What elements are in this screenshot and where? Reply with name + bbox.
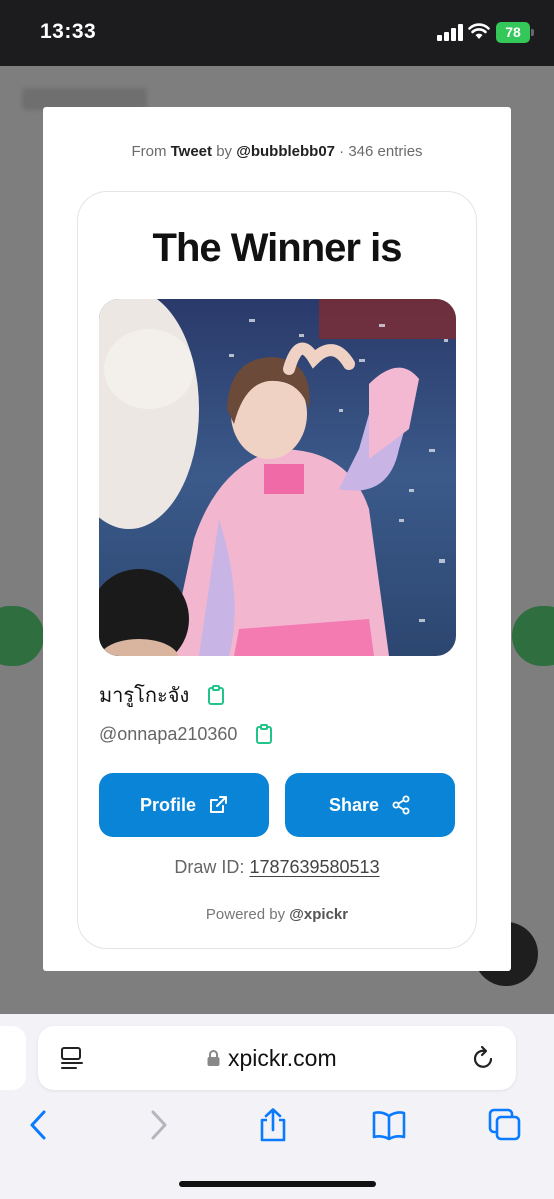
winner-handle-row: @onnapa210360 xyxy=(99,719,273,749)
winner-title: The Winner is xyxy=(152,226,403,270)
share-icon xyxy=(392,795,410,815)
cellular-signal-icon xyxy=(437,24,463,41)
meta-from: From xyxy=(131,143,167,160)
meta-author[interactable]: @bubblebb07 xyxy=(236,143,335,160)
winner-photo xyxy=(99,299,456,656)
copy-handle-icon[interactable] xyxy=(255,724,273,744)
powered-brand[interactable]: @xpickr xyxy=(289,906,348,923)
winner-name: มารูโกะจัง xyxy=(99,683,190,707)
address-bar[interactable]: xpickr.com xyxy=(38,1026,516,1090)
share-sheet-icon[interactable] xyxy=(256,1108,290,1142)
home-indicator xyxy=(179,1181,376,1187)
winner-modal: From Tweet by @bubblebb07 · 346 entries … xyxy=(43,107,511,971)
meta-entries: · 346 entries xyxy=(339,143,423,160)
back-icon[interactable] xyxy=(22,1108,56,1142)
winner-card: The Winner is มารูโกะจัง @onnapa210360 P… xyxy=(77,191,477,949)
powered-by: Powered by @xpickr xyxy=(78,906,476,923)
battery-icon: 78 xyxy=(496,22,534,43)
winner-name-row: มารูโกะจัง xyxy=(99,680,225,710)
lock-icon xyxy=(207,1050,220,1066)
status-time: 13:33 xyxy=(40,20,97,43)
powered-label: Powered by xyxy=(205,906,286,923)
draw-id-row: Draw ID: 1787639580513 xyxy=(78,857,476,878)
browser-bottom-bar: xpickr.com xyxy=(0,1014,554,1199)
status-bar: 13:33 78 xyxy=(0,0,554,66)
meta-source: Tweet xyxy=(170,143,213,160)
bookmarks-icon[interactable] xyxy=(372,1108,406,1142)
background-button-left xyxy=(0,606,44,666)
draw-id-label: Draw ID: xyxy=(174,857,245,877)
share-button-label: Share xyxy=(328,794,380,815)
meta-by: by xyxy=(216,143,233,160)
profile-button-label: Profile xyxy=(139,794,196,815)
copy-name-icon[interactable] xyxy=(207,685,225,705)
external-link-icon xyxy=(210,796,227,813)
share-button[interactable]: Share xyxy=(285,773,455,837)
battery-level: 78 xyxy=(505,24,521,40)
url-text: xpickr.com xyxy=(228,1045,337,1071)
winner-handle: @onnapa210360 xyxy=(99,723,238,744)
background-button-right xyxy=(512,606,554,666)
reload-icon[interactable] xyxy=(472,1045,496,1071)
previous-tab-preview[interactable] xyxy=(0,1026,26,1090)
draw-meta: From Tweet by @bubblebb07 · 346 entries xyxy=(43,143,511,160)
tabs-icon[interactable] xyxy=(488,1108,522,1142)
forward-icon[interactable] xyxy=(141,1108,175,1142)
draw-id-link[interactable]: 1787639580513 xyxy=(249,857,379,877)
wifi-icon xyxy=(468,23,490,39)
page-menu-icon[interactable] xyxy=(60,1046,84,1072)
profile-button[interactable]: Profile xyxy=(99,773,269,837)
